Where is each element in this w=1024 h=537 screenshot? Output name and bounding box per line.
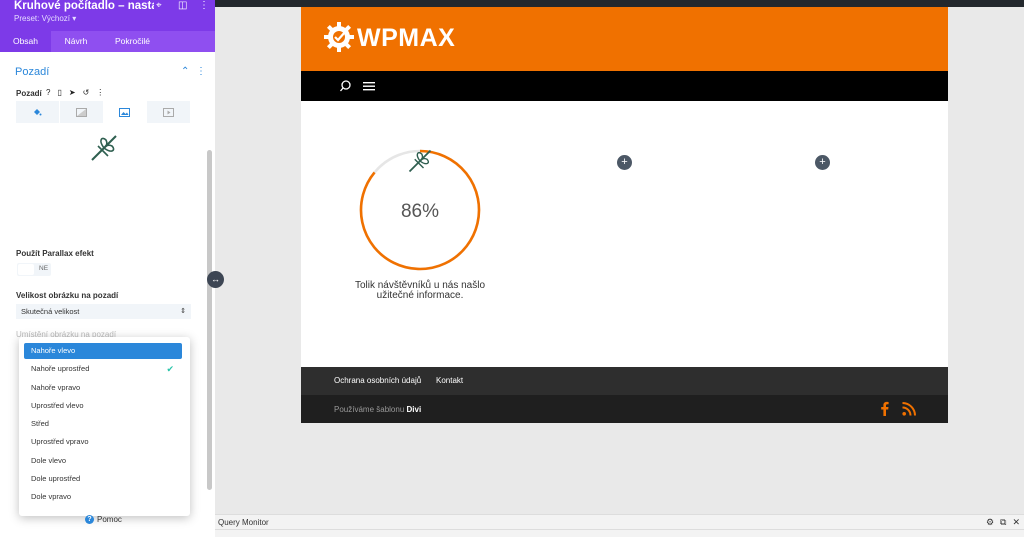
option-label: Nahoře uprostřed	[31, 364, 90, 373]
counter-description: Tolik návštěvníků u nás našlo užitečné i…	[354, 280, 486, 301]
background-type-tabs	[16, 101, 191, 123]
pointer-icon[interactable]: ➤	[69, 88, 76, 97]
background-label: Pozadí	[16, 89, 42, 98]
logo-gear-icon	[324, 22, 354, 52]
video-tab[interactable]	[147, 101, 191, 123]
image-size-label: Velikost obrázku na pozadí	[16, 291, 119, 300]
site-nav	[301, 71, 948, 101]
image-icon	[119, 107, 131, 117]
query-monitor-title: Query Monitor	[218, 518, 269, 527]
image-tab[interactable]	[103, 101, 148, 123]
parallax-toggle[interactable]: NE	[17, 263, 51, 276]
help-label: Pomoc	[97, 515, 122, 524]
mobile-icon[interactable]: ▯	[57, 88, 61, 97]
query-monitor-bar: Query Monitor ⚙ ⧉ ✕	[215, 514, 1024, 537]
dropdown-option[interactable]: Dole vpravo	[24, 489, 182, 505]
query-monitor-divider	[215, 529, 1024, 530]
position-dropdown: Nahoře vlevo Nahoře uprostřed ✔ Nahoře vp…	[19, 337, 190, 516]
panel-title: Kruhové počítadlo – nastav...	[14, 0, 154, 12]
paint-bucket-icon	[34, 109, 42, 116]
help-icon[interactable]: ?	[46, 88, 50, 97]
add-module-button[interactable]: +	[815, 155, 830, 170]
section-title-pozadi[interactable]: Pozadí	[15, 66, 49, 78]
admin-bar	[215, 0, 1024, 7]
dropdown-option[interactable]: Dole uprostřed	[24, 471, 182, 487]
panel-tabs: Obsah Návrh Pokročilé	[0, 31, 215, 52]
help-circle-icon: ?	[85, 515, 94, 524]
counter-background-image	[408, 149, 432, 173]
background-image-preview[interactable]	[88, 132, 120, 164]
footer-credits: Používáme šablonu Divi	[334, 405, 421, 414]
dropdown-option[interactable]: Nahoře vlevo	[24, 343, 182, 359]
dropdown-option[interactable]: Střed	[24, 416, 182, 432]
credits-theme[interactable]: Divi	[407, 405, 422, 414]
settings-gear-icon[interactable]: ⚙	[986, 517, 994, 528]
counter-value: 86%	[401, 201, 439, 222]
gradient-tab[interactable]	[60, 101, 104, 123]
facebook-icon[interactable]	[880, 401, 889, 416]
dropdown-option[interactable]: Nahoře vpravo	[24, 380, 182, 396]
section-more-icon[interactable]: ⋮	[196, 66, 206, 77]
gradient-icon	[75, 107, 87, 117]
select-arrows-icon: ⇕	[180, 308, 186, 315]
parallax-label: Použít Parallax efekt	[16, 249, 94, 258]
toggle-knob	[18, 264, 34, 275]
rss-icon[interactable]	[902, 402, 916, 416]
site-logo[interactable]: WPMAX	[357, 24, 455, 53]
dropdown-option[interactable]: Nahoře uprostřed ✔	[24, 361, 182, 377]
more-icon[interactable]: ⋮	[199, 0, 209, 11]
search-icon[interactable]	[340, 80, 351, 92]
help-link[interactable]: ? Pomoc	[85, 515, 122, 524]
pin-icon[interactable]: ⧉	[1000, 517, 1006, 528]
field-more-icon[interactable]: ⋮	[96, 88, 104, 97]
collapse-icon[interactable]: ⌃	[181, 66, 189, 77]
columns-icon[interactable]: ◫	[178, 0, 187, 11]
dropdown-option[interactable]: Uprostřed vlevo	[24, 398, 182, 414]
site-header: WPMAX	[301, 7, 948, 71]
video-icon	[163, 107, 175, 117]
reset-icon[interactable]: ↺	[83, 88, 90, 97]
footer-menu: Ochrana osobních údajů Kontakt	[301, 367, 948, 395]
image-size-select[interactable]: Skutečná velikost ⇕	[16, 304, 191, 319]
target-icon[interactable]: ⌖	[156, 0, 162, 11]
footer-link-contact[interactable]: Kontakt	[436, 376, 463, 385]
footer-bottom: Používáme šablonu Divi	[301, 395, 948, 423]
toggle-state: NE	[39, 265, 49, 272]
check-icon: ✔	[166, 364, 174, 374]
dropdown-option[interactable]: Dole vlevo	[24, 453, 182, 469]
tab-obsah[interactable]: Obsah	[0, 31, 51, 52]
panel-scrollbar[interactable]	[207, 150, 212, 490]
settings-panel: Kruhové počítadlo – nastav... Preset: Vý…	[0, 0, 215, 537]
tab-pokrocile[interactable]: Pokročilé	[101, 31, 164, 52]
color-tab[interactable]	[16, 101, 60, 123]
tab-navrh[interactable]: Návrh	[51, 31, 101, 52]
preset-selector[interactable]: Preset: Výchozí ▾	[14, 14, 76, 23]
close-icon[interactable]: ✕	[1012, 517, 1020, 528]
add-module-button[interactable]: +	[617, 155, 632, 170]
hamburger-menu-icon[interactable]	[363, 81, 375, 91]
footer-link-privacy[interactable]: Ochrana osobních údajů	[334, 376, 421, 385]
image-size-value: Skutečná velikost	[21, 307, 80, 316]
panel-header: Kruhové počítadlo – nastav... Preset: Vý…	[0, 0, 215, 31]
resize-handle[interactable]: ↔	[207, 271, 224, 288]
site-preview: WPMAX 86% Tolik návštěvníků u nás našlo …	[301, 7, 948, 423]
query-monitor-controls: ⚙ ⧉ ✕	[986, 517, 1020, 528]
dropdown-option[interactable]: Uprostřed vpravo	[24, 434, 182, 450]
field-tools: ? ▯ ➤ ↺ ⋮	[46, 88, 104, 97]
credits-prefix: Používáme šablonu	[334, 405, 405, 414]
